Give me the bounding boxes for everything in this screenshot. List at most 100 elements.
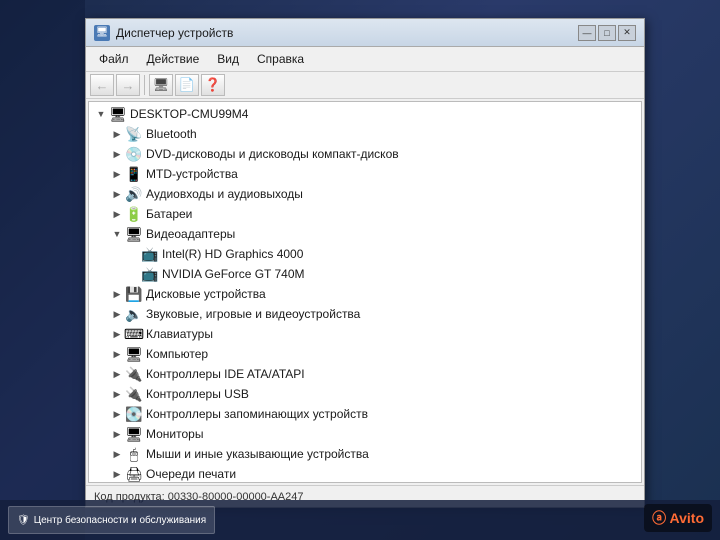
avito-badge: ⓐ Avito [644,504,712,532]
tree-item-icon: 📺 [141,246,159,262]
minimize-button[interactable]: — [578,25,596,41]
tree-item[interactable]: ▶ 💽 Контроллеры запоминающих устройств [91,404,639,424]
tree-item-label: DVD-дисководы и дисководы компакт-дисков [146,147,399,161]
title-bar: 🖥 Диспетчер устройств — □ ✕ [86,19,644,47]
taskbar-label: Центр безопасности и обслуживания [34,515,206,526]
tree-toggle[interactable]: ▶ [109,466,125,482]
root-icon: 🖥 [109,106,127,122]
tree-item[interactable]: ▶ 💿 DVD-дисководы и дисководы компакт-ди… [91,144,639,164]
close-button[interactable]: ✕ [618,25,636,41]
tree-item[interactable]: ▶ 🔌 Контроллеры IDE ATA/ATAPI [91,364,639,384]
menu-help[interactable]: Справка [248,49,313,69]
tree-item-icon: 🔌 [125,386,143,402]
tree-item-label: Компьютер [146,347,208,361]
tree-toggle-empty [125,266,141,282]
forward-button[interactable]: → [116,74,140,96]
tree-item-label: Контроллеры USB [146,387,249,401]
tree-item[interactable]: ▶ 🔋 Батареи [91,204,639,224]
toolbar-separator [144,75,145,95]
menu-file[interactable]: Файл [90,49,138,69]
tree-item-label: Bluetooth [146,127,197,141]
desktop-corner [0,0,85,540]
tree-item-icon: 📡 [125,126,143,142]
menu-action[interactable]: Действие [138,49,209,69]
tree-toggle[interactable]: ▶ [109,366,125,382]
taskbar-item-security[interactable]: 🛡 Центр безопасности и обслуживания [8,506,215,534]
window-icon: 🖥 [94,25,110,41]
tree-item-label: Видеоадаптеры [146,227,235,241]
tree-item[interactable]: ▶ 📡 Bluetooth [91,124,639,144]
tree-item-label: Батареи [146,207,192,221]
tree-item[interactable]: ▶ 🖱 Мыши и иные указывающие устройства [91,444,639,464]
tree-item-icon: 💽 [125,406,143,422]
tree-item-label: Контроллеры запоминающих устройств [146,407,368,421]
tree-toggle[interactable]: ▶ [109,146,125,162]
tree-toggle[interactable]: ▶ [109,186,125,202]
tree-toggle[interactable]: ▶ [109,166,125,182]
tree-item-icon: 💿 [125,146,143,162]
maximize-button[interactable]: □ [598,25,616,41]
tree-item[interactable]: 📺 NVIDIA GeForce GT 740M [91,264,639,284]
root-toggle[interactable]: ▼ [93,106,109,122]
tree-item-icon: 🖱 [125,446,143,462]
tree-toggle[interactable]: ▶ [109,406,125,422]
tree-item-icon: 💾 [125,286,143,302]
tree-item[interactable]: ▼ 🖥 Видеоадаптеры [91,224,639,244]
taskbar-icon: 🛡 [17,515,30,526]
tree-item[interactable]: ▶ 🔈 Звуковые, игровые и видеоустройства [91,304,639,324]
tree-item[interactable]: ▶ 🖥 Компьютер [91,344,639,364]
tree-item[interactable]: ▶ ⌨ Клавиатуры [91,324,639,344]
tree-toggle[interactable]: ▶ [109,386,125,402]
content-area: ▼ 🖥 DESKTOP-CMU99M4 ▶ 📡 Bluetooth ▶ 💿 DV… [86,99,644,485]
tree-item-icon: 🔊 [125,186,143,202]
help-button[interactable]: ❓ [201,74,225,96]
tree-item-label: Мыши и иные указывающие устройства [146,447,369,461]
window-controls: — □ ✕ [578,25,636,41]
tree-toggle[interactable]: ▶ [109,206,125,222]
tree-item-label: NVIDIA GeForce GT 740M [162,267,305,281]
root-label: DESKTOP-CMU99M4 [130,107,248,121]
tree-toggle[interactable]: ▶ [109,286,125,302]
tree-item-label: Мониторы [146,427,203,441]
tree-item-label: Дисковые устройства [146,287,266,301]
tree-toggle[interactable]: ▶ [109,446,125,462]
tree-items: ▶ 📡 Bluetooth ▶ 💿 DVD-дисководы и дисков… [91,124,639,483]
tree-toggle[interactable]: ▼ [109,226,125,242]
window-title: Диспетчер устройств [116,26,578,40]
device-tree[interactable]: ▼ 🖥 DESKTOP-CMU99M4 ▶ 📡 Bluetooth ▶ 💿 DV… [88,101,642,483]
tree-item[interactable]: ▶ 🔌 Контроллеры USB [91,384,639,404]
tree-toggle-empty [125,246,141,262]
tree-item[interactable]: ▶ 📱 MTD-устройства [91,164,639,184]
tree-item-icon: 🔌 [125,366,143,382]
tree-item-icon: 🔈 [125,306,143,322]
tree-item-label: Клавиатуры [146,327,213,341]
tree-item[interactable]: ▶ 💾 Дисковые устройства [91,284,639,304]
tree-item[interactable]: 📺 Intel(R) HD Graphics 4000 [91,244,639,264]
tree-item-label: Intel(R) HD Graphics 4000 [162,247,303,261]
tree-item-label: Аудиовходы и аудиовыходы [146,187,303,201]
tree-item-icon: 📱 [125,166,143,182]
taskbar: 🛡 Центр безопасности и обслуживания [0,500,720,540]
tree-toggle[interactable]: ▶ [109,126,125,142]
tree-item[interactable]: ▶ 🔊 Аудиовходы и аудиовыходы [91,184,639,204]
tree-root[interactable]: ▼ 🖥 DESKTOP-CMU99M4 [91,104,639,124]
tree-item-icon: 🖥 [125,226,143,242]
tree-toggle[interactable]: ▶ [109,326,125,342]
tree-item-label: Очереди печати [146,467,236,481]
tree-item-icon: 🖥 [125,426,143,442]
tree-toggle[interactable]: ▶ [109,346,125,362]
menu-view[interactable]: Вид [208,49,248,69]
back-button[interactable]: ← [90,74,114,96]
tree-item-label: MTD-устройства [146,167,238,181]
tree-toggle[interactable]: ▶ [109,426,125,442]
tree-item-icon: 🖥 [125,346,143,362]
toolbar: ← → 🖥 📄 ❓ [86,72,644,99]
tree-item[interactable]: ▶ 🖥 Мониторы [91,424,639,444]
tree-item-icon: 🖨 [125,466,143,482]
tree-item[interactable]: ▶ 🖨 Очереди печати [91,464,639,483]
properties-button[interactable]: 📄 [175,74,199,96]
tree-item-icon: ⌨ [125,326,143,342]
tree-toggle[interactable]: ▶ [109,306,125,322]
computer-button[interactable]: 🖥 [149,74,173,96]
tree-item-label: Звуковые, игровые и видеоустройства [146,307,360,321]
